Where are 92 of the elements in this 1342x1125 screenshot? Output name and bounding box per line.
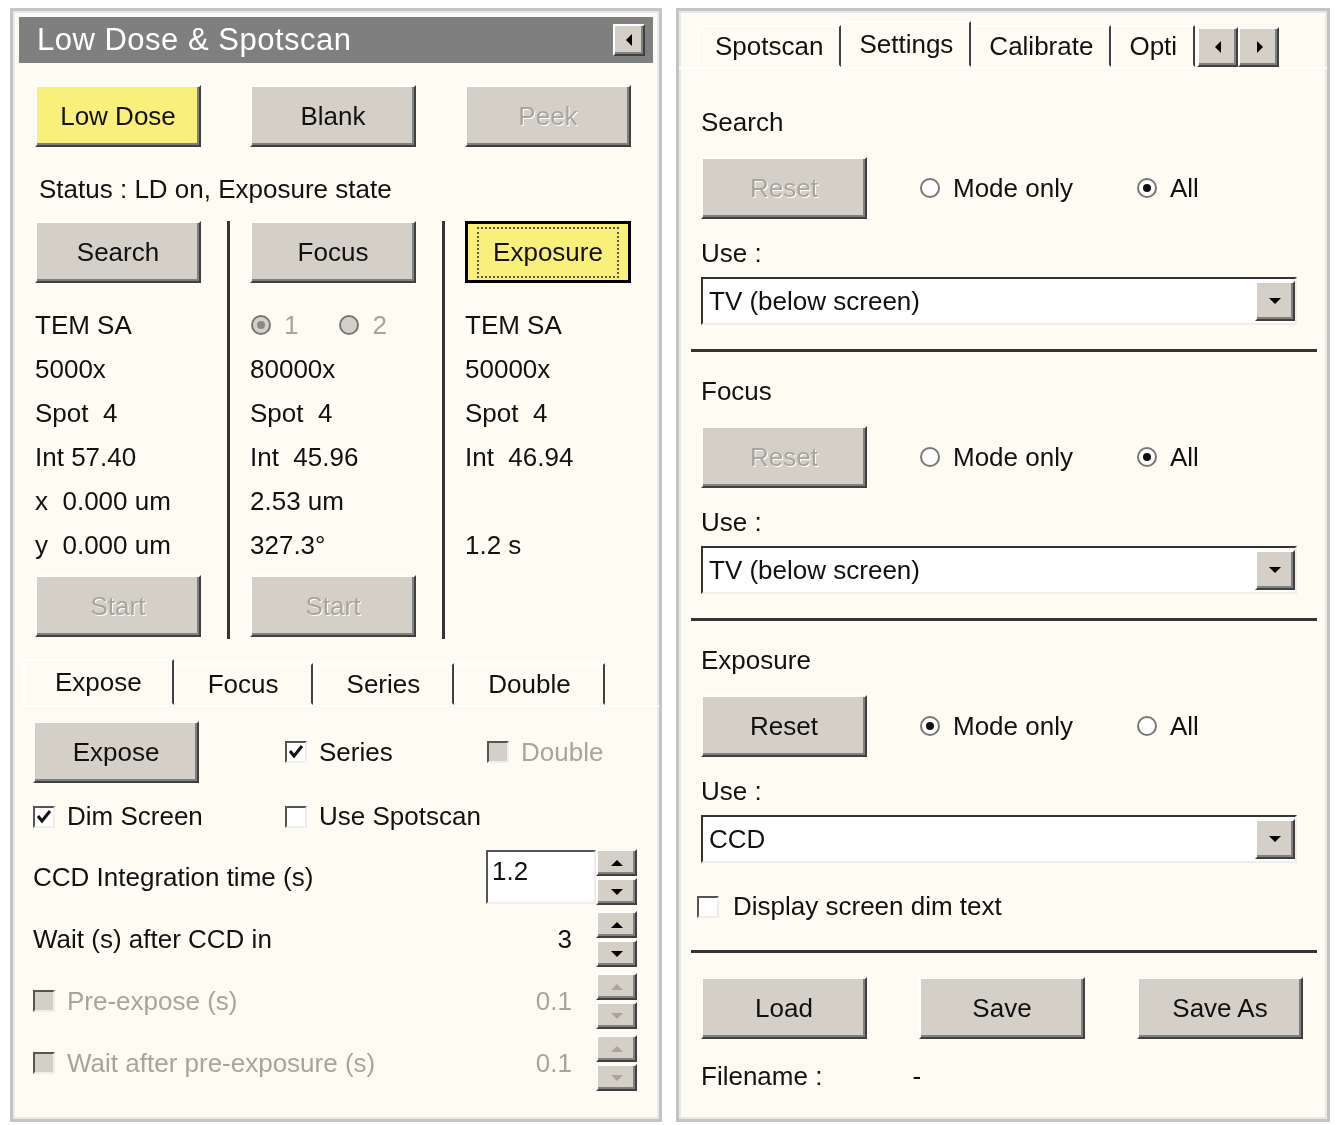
file-button[interactable]: Save <box>919 977 1085 1039</box>
mode-button[interactable]: Focus <box>250 221 416 283</box>
field-label: Filename : <box>701 1060 823 1093</box>
spin-up-button[interactable] <box>596 1035 637 1062</box>
window-title: Low Dose & Spotscan <box>37 20 352 59</box>
radio-label: 1 <box>284 308 299 342</box>
info-text: TEM SA <box>35 309 132 341</box>
reset-button[interactable]: Reset <box>701 695 867 757</box>
scroll-right-button[interactable] <box>1238 27 1280 67</box>
mode-button[interactable]: Search <box>35 221 201 283</box>
file-button[interactable]: Save As <box>1137 977 1303 1039</box>
spin-up-button[interactable] <box>596 973 637 1000</box>
radio-label: All <box>1170 709 1199 743</box>
radio-button[interactable] <box>919 446 941 468</box>
radio-button[interactable] <box>919 177 941 199</box>
info-text: Spot 4 <box>35 397 118 429</box>
tab[interactable]: Calibrate <box>971 25 1112 67</box>
info-text: Spot 4 <box>465 397 548 429</box>
field-label: Use : <box>701 775 763 808</box>
field-label: Use : <box>701 237 763 270</box>
tab[interactable]: Double <box>454 663 605 705</box>
checkbox-label: Dim Screen <box>67 800 203 833</box>
info-text: 5000x <box>35 353 106 385</box>
tab[interactable]: Focus <box>173 663 313 705</box>
radio-label: All <box>1170 171 1199 205</box>
info-text: Spot 4 <box>250 397 333 429</box>
value-text: 3 <box>557 922 573 956</box>
mode-button[interactable]: Exposure <box>465 221 631 283</box>
input-field[interactable]: 1.2 <box>486 850 596 904</box>
dropdown[interactable]: TV (below screen) <box>701 277 1297 325</box>
value-text: 0.1 <box>535 1046 573 1080</box>
tab[interactable]: Series <box>312 663 455 705</box>
spin-up-button[interactable] <box>596 911 637 938</box>
radio-label: All <box>1170 440 1199 474</box>
checkbox[interactable] <box>285 805 307 828</box>
file-button[interactable]: Load <box>701 977 867 1039</box>
dropdown[interactable]: CCD <box>701 815 1297 863</box>
radio-button[interactable] <box>1136 715 1158 737</box>
value-text: 0.1 <box>535 984 573 1018</box>
radio-label: Mode only <box>953 440 1073 474</box>
info-text: y 0.000 um <box>35 529 171 561</box>
dropdown[interactable]: TV (below screen) <box>701 546 1297 594</box>
info-text: Int 46.94 <box>465 441 574 473</box>
radio-button[interactable] <box>1136 446 1158 468</box>
field-label: Pre-expose (s) <box>67 984 238 1018</box>
info-text: TEM SA <box>465 309 562 341</box>
collapse-button[interactable] <box>613 24 645 56</box>
section-heading: Focus <box>701 375 773 408</box>
spin-down-button[interactable] <box>596 940 637 967</box>
toggle-button[interactable]: Blank <box>250 85 416 147</box>
field-label: Wait (s) after CCD in <box>33 922 272 956</box>
radio-label: Mode only <box>953 171 1073 205</box>
checkbox[interactable] <box>697 895 719 918</box>
info-text: 80000x <box>250 353 336 385</box>
checkbox-label: Series <box>319 735 393 769</box>
tab[interactable]: Settings <box>841 21 972 67</box>
spin-down-button[interactable] <box>596 1002 637 1029</box>
info-text: 50000x <box>465 353 551 385</box>
section-heading: Exposure <box>701 644 812 677</box>
scroll-left-button[interactable] <box>1197 27 1239 67</box>
info-text: 327.3° <box>250 529 326 561</box>
info-text: 2.53 um <box>250 485 344 517</box>
info-text: Int 45.96 <box>250 441 359 473</box>
status-text: Status : LD on, Exposure state <box>39 173 393 206</box>
spin-down-button[interactable] <box>596 1064 637 1091</box>
spin-up-button[interactable] <box>596 849 637 876</box>
tab[interactable]: Opti <box>1111 25 1196 67</box>
radio-button[interactable] <box>919 715 941 737</box>
radio-label: 2 <box>372 308 387 342</box>
toggle-button[interactable]: Low Dose <box>35 85 201 147</box>
info-text: Int 57.40 <box>35 441 137 473</box>
field-label: Use : <box>701 506 763 539</box>
tab[interactable]: Expose <box>23 659 174 705</box>
section-heading: Search <box>701 106 785 139</box>
expose-button[interactable]: Expose <box>33 721 199 783</box>
checkbox[interactable] <box>33 805 55 828</box>
dropdown-arrow-button[interactable] <box>1255 819 1295 859</box>
tab[interactable]: Spotscan <box>697 25 842 67</box>
info-text: 1.2 s <box>465 529 522 561</box>
checkbox-label: Display screen dim text <box>733 890 1002 923</box>
checkbox[interactable] <box>285 741 307 763</box>
dropdown-arrow-button[interactable] <box>1255 281 1295 321</box>
dropdown-arrow-button[interactable] <box>1255 550 1295 590</box>
radio-label: Mode only <box>953 709 1073 743</box>
radio-button[interactable] <box>1136 177 1158 199</box>
checkbox-label: Double <box>521 735 604 769</box>
field-label: Wait after pre-exposure (s) <box>67 1046 376 1080</box>
field-label: CCD Integration time (s) <box>33 860 314 894</box>
checkbox-label: Use Spotscan <box>319 800 481 833</box>
info-text: x 0.000 um <box>35 485 171 517</box>
filename-text: - <box>912 1060 922 1093</box>
spin-down-button[interactable] <box>596 878 637 905</box>
